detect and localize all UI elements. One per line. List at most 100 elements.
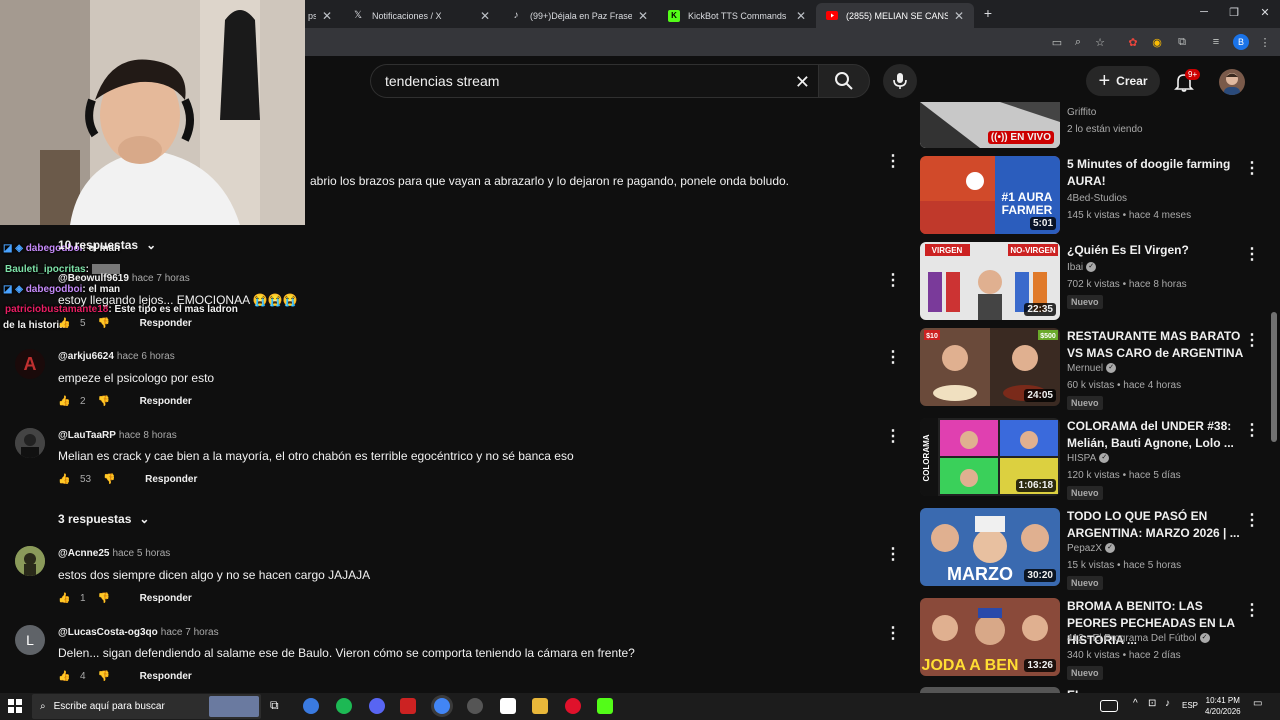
recommended-video[interactable]: JODA A BEN 13:26 BROMA A BENITO: LAS PEO…	[920, 598, 1270, 680]
video-title[interactable]: ¿Quién Es El Virgen?	[1067, 242, 1247, 259]
create-button[interactable]: + Crear	[1086, 66, 1160, 96]
search-input[interactable]: tendencias stream ✕	[370, 64, 818, 98]
channel-name[interactable]: PepazX	[1067, 543, 1102, 554]
video-menu-icon[interactable]: ⋮	[1244, 244, 1260, 264]
page-scrollbar[interactable]	[1271, 312, 1277, 442]
close-tab-icon[interactable]: ✕	[796, 9, 806, 23]
reply-button[interactable]: Responder	[145, 474, 197, 485]
video-title[interactable]: 5 Minutes of doogile farming AURA!	[1067, 156, 1247, 190]
browser-tab-tiktok[interactable]: ♪ (99+)Déjala en Paz Frase Viral e ✕	[500, 3, 658, 28]
video-thumbnail[interactable]: MARZO 30:20	[920, 508, 1060, 586]
view-replies-button[interactable]: 10 respuestas ⌄	[58, 238, 156, 252]
spotify-icon[interactable]	[336, 698, 352, 714]
close-tab-icon[interactable]: ✕	[954, 9, 964, 23]
video-menu-icon[interactable]: ⋮	[1244, 158, 1260, 178]
dislike-icon[interactable]: 👎	[98, 671, 112, 682]
reading-list-icon[interactable]: ≡	[1208, 34, 1224, 50]
dislike-icon[interactable]: 👎	[103, 474, 117, 485]
comment-menu-icon[interactable]: ⋮	[885, 426, 901, 446]
video-thumbnail[interactable]: VIRGEN NO-VIRGEN 22:35	[920, 242, 1060, 320]
reply-button[interactable]: Responder	[140, 318, 192, 329]
keyboard-icon[interactable]	[1100, 700, 1118, 712]
recommended-video[interactable]: #1 AURA FARMER 5:01 5 Minutes of doogile …	[920, 156, 1270, 236]
notification-center-icon[interactable]: ▭	[1253, 698, 1269, 714]
profile-avatar[interactable]: B	[1233, 34, 1249, 50]
video-thumbnail[interactable]: #1 AURA FARMER 5:01	[920, 156, 1060, 234]
channel-name[interactable]: 412 - El Programa Del Fútbol	[1067, 633, 1197, 644]
reply-button[interactable]: Responder	[140, 593, 192, 604]
recommended-video[interactable]: COLORAMA 1:06:18 COLORAMA del UNDER #38:…	[920, 418, 1270, 500]
browser-tab-youtube[interactable]: (2855) MELIAN SE CANSÓ DE E ✕	[816, 3, 974, 28]
obs-icon[interactable]	[467, 698, 483, 714]
recommended-video-live[interactable]: ((•)) EN VIVO Griffito 2 lo están viendo	[920, 102, 1270, 150]
channel-name[interactable]: HISPA	[1067, 453, 1096, 464]
like-icon[interactable]: 👍	[58, 318, 72, 329]
zoom-icon[interactable]: ⌕	[1070, 34, 1086, 50]
channel-name[interactable]: Mernuel	[1067, 363, 1103, 374]
avatar[interactable]: L	[15, 625, 45, 655]
voice-search-button[interactable]	[883, 64, 917, 98]
view-replies-button[interactable]: 3 respuestas ⌄	[58, 512, 149, 526]
browser-tab-x[interactable]: 𝕏 Notificaciones / X ✕	[342, 3, 500, 28]
kick-icon[interactable]	[597, 698, 613, 714]
taskbar-clock[interactable]: 10:41 PM 4/20/2026	[1205, 695, 1241, 717]
video-title[interactable]: TODO LO QUE PASÓ EN ARGENTINA: MARZO 202…	[1067, 508, 1247, 542]
comment-menu-icon[interactable]: ⋮	[885, 623, 901, 643]
browser-menu-icon[interactable]: ⋮	[1257, 34, 1273, 50]
recommended-video[interactable]: MARZO 30:20 TODO LO QUE PASÓ EN ARGENTIN…	[920, 508, 1270, 590]
video-title[interactable]: RESTAURANTE MAS BARATO VS MAS CARO de AR…	[1067, 328, 1247, 362]
reply-button[interactable]: Responder	[140, 671, 192, 682]
language-indicator[interactable]: ESP	[1182, 701, 1198, 710]
network-icon[interactable]: ⊡	[1148, 698, 1164, 714]
restore-icon[interactable]: ❐	[1227, 6, 1241, 19]
author-name[interactable]: @Beowulf9619	[58, 273, 129, 284]
recommended-video[interactable]: $10 $500 24:05 RESTAURANTE MAS BARATO VS …	[920, 328, 1270, 410]
author-name[interactable]: @LucasCosta-og3qo	[58, 627, 158, 638]
comment-menu-icon[interactable]: ⋮	[885, 270, 901, 290]
video-thumbnail[interactable]: COLORAMA 1:06:18	[920, 418, 1060, 496]
reply-button[interactable]: Responder	[140, 396, 192, 407]
video-title[interactable]: COLORAMA del UNDER #38: Melián, Bauti Ag…	[1067, 418, 1247, 452]
chevron-up-icon[interactable]: ^	[1133, 698, 1149, 714]
avatar[interactable]: A	[15, 349, 45, 379]
app-icon[interactable]	[400, 698, 416, 714]
channel-name[interactable]: Griffito	[1067, 107, 1096, 118]
extensions-puzzle-icon[interactable]: ⧉	[1174, 34, 1190, 50]
dislike-icon[interactable]: 👎	[98, 593, 112, 604]
recommended-video[interactable]: VIRGEN NO-VIRGEN 22:35 ¿Quién Es El Virge…	[920, 242, 1270, 322]
video-menu-icon[interactable]: ⋮	[1244, 420, 1260, 440]
capcut-icon[interactable]	[500, 698, 516, 714]
like-icon[interactable]: 👍	[58, 396, 72, 407]
clear-search-icon[interactable]: ✕	[795, 72, 810, 93]
avatar[interactable]	[15, 546, 45, 576]
video-thumbnail[interactable]: ((•)) EN VIVO	[920, 102, 1060, 148]
comment-menu-icon[interactable]: ⋮	[885, 347, 901, 367]
cast-icon[interactable]: ▭	[1049, 34, 1065, 50]
like-icon[interactable]: 👍	[58, 671, 72, 682]
opera-icon[interactable]	[565, 698, 581, 714]
author-name[interactable]: @Acnne25	[58, 548, 109, 559]
author-name[interactable]: @LauTaaRP	[58, 430, 116, 441]
account-avatar[interactable]	[1219, 69, 1245, 95]
task-view-icon[interactable]: ⧉	[270, 698, 286, 714]
chrome-icon[interactable]	[434, 698, 450, 714]
close-tab-icon[interactable]: ✕	[638, 9, 648, 23]
channel-name[interactable]: Ibai	[1067, 262, 1083, 273]
like-icon[interactable]: 👍	[58, 593, 72, 604]
volume-icon[interactable]: ♪	[1165, 698, 1181, 714]
comment-menu-icon[interactable]: ⋮	[885, 544, 901, 564]
video-menu-icon[interactable]: ⋮	[1244, 510, 1260, 530]
channel-name[interactable]: 4Bed-Studios	[1067, 193, 1127, 204]
close-window-icon[interactable]: ✕	[1258, 6, 1272, 19]
minimize-icon[interactable]: ─	[1197, 6, 1211, 18]
discord-icon[interactable]	[369, 698, 385, 714]
close-tab-icon[interactable]: ✕	[322, 9, 332, 23]
dislike-icon[interactable]: 👎	[98, 318, 112, 329]
bookmark-star-icon[interactable]: ☆	[1092, 34, 1108, 50]
copilot-icon[interactable]	[303, 698, 319, 714]
comment-menu-icon[interactable]: ⋮	[885, 151, 901, 171]
extension-icon[interactable]: ◉	[1149, 34, 1165, 50]
video-menu-icon[interactable]: ⋮	[1244, 600, 1260, 620]
video-thumbnail[interactable]: JODA A BEN 13:26	[920, 598, 1060, 676]
taskbar-search-input[interactable]: ⌕ Escribe aquí para buscar	[32, 694, 261, 719]
